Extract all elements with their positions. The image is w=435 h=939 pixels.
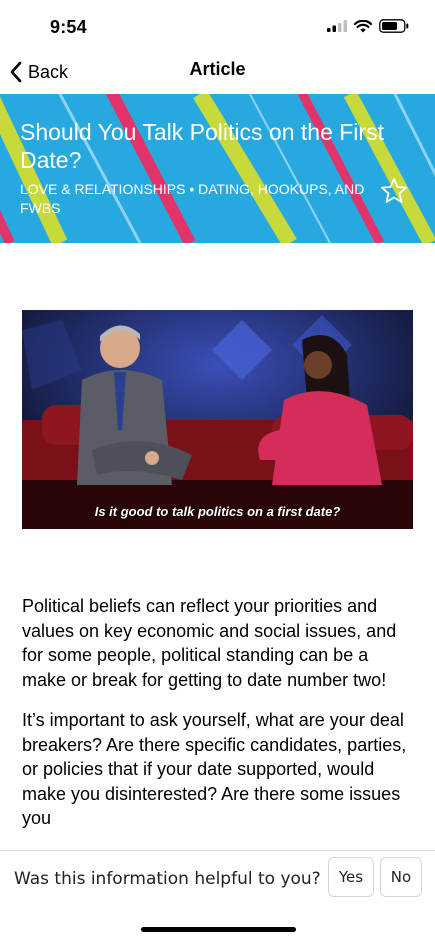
home-indicator[interactable] <box>141 927 296 932</box>
favorite-button[interactable] <box>379 176 409 206</box>
status-bar: 9:54 <box>0 0 435 52</box>
star-outline-icon <box>381 178 407 203</box>
status-time: 9:54 <box>50 17 87 37</box>
battery-icon <box>379 19 409 33</box>
video-caption: Is it good to talk politics on a first d… <box>94 504 341 519</box>
article-paragraph: Political beliefs can reflect your prior… <box>22 596 397 690</box>
status-icons <box>327 19 409 33</box>
navigation-bar: Back Article <box>0 52 435 94</box>
feedback-no-button[interactable]: No <box>380 857 422 897</box>
article-title: Should You Talk Politics on the First Da… <box>20 119 384 173</box>
back-label: Back <box>28 61 69 82</box>
feedback-question: Was this information helpful to you? <box>14 869 321 889</box>
chevron-left-icon <box>10 61 22 83</box>
signal-icon <box>327 20 347 32</box>
feedback-yes-button[interactable]: Yes <box>328 857 374 897</box>
wifi-icon <box>354 19 372 32</box>
article-body: Political beliefs can reflect your prior… <box>22 594 417 850</box>
article-paragraph: It’s important to ask yourself, what are… <box>22 710 407 828</box>
article-video[interactable]: Is it good to talk politics on a first d… <box>22 310 413 529</box>
video-still-image <box>22 310 413 529</box>
feedback-bar: Was this information helpful to you? Yes… <box>0 850 435 939</box>
article-hero-banner: Should You Talk Politics on the First Da… <box>0 94 435 243</box>
back-button[interactable]: Back <box>8 56 68 88</box>
article-categories[interactable]: LOVE & RELATIONSHIPS • DATING, HOOKUPS, … <box>20 180 365 218</box>
